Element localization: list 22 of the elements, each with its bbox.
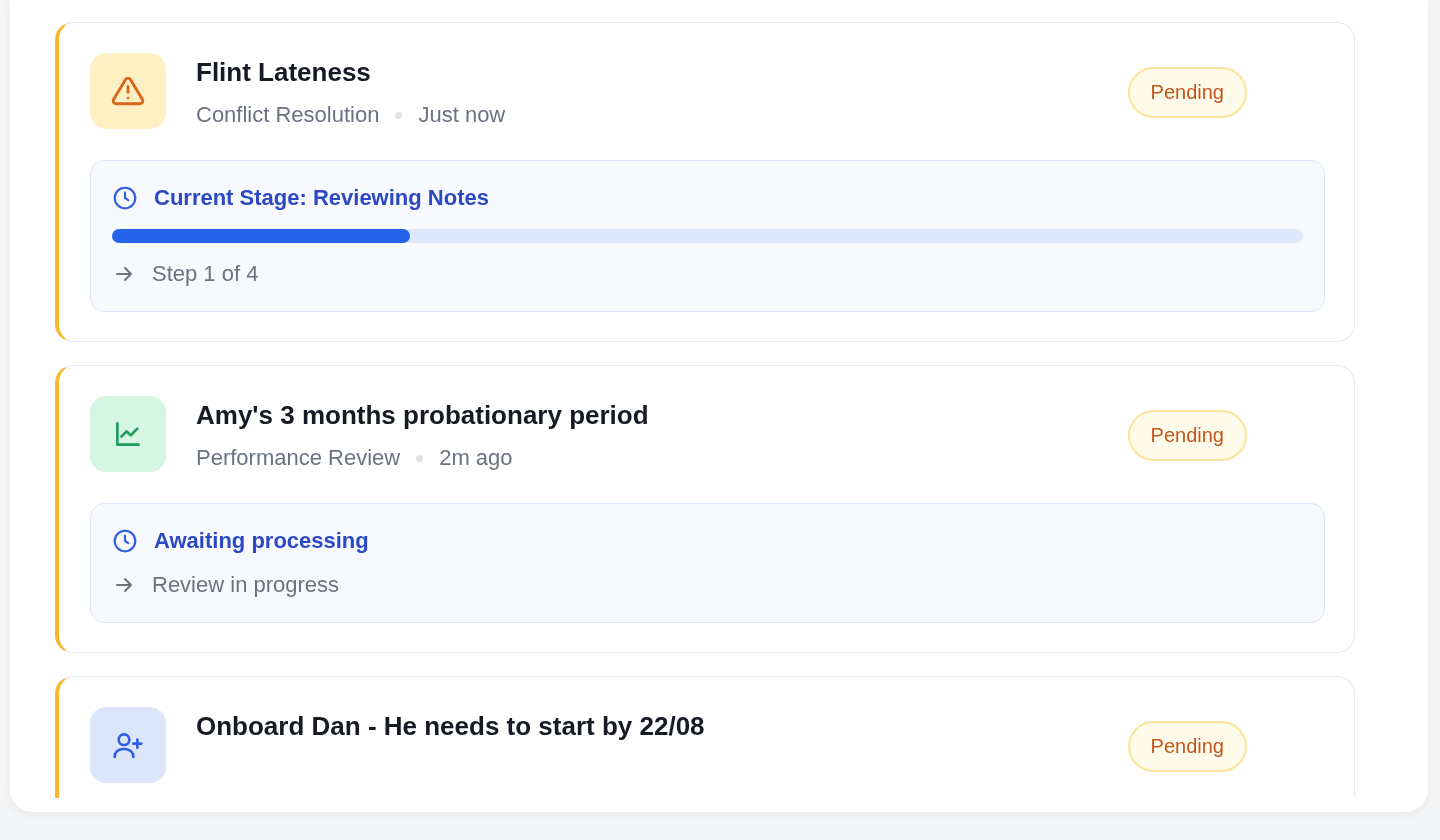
task-card[interactable]: Amy's 3 months probationary period Performance Review 2m ago Pending Awaiting processing Review in progress bbox=[55, 365, 1355, 653]
task-category: Performance Review bbox=[196, 445, 401, 471]
task-card[interactable]: Onboard Dan - He needs to start by 22/08 Pending bbox=[55, 676, 1355, 798]
clock-icon bbox=[112, 185, 138, 211]
status-badge: Pending bbox=[1127, 67, 1247, 118]
stage-title: Awaiting processing bbox=[154, 528, 369, 554]
task-title: Flint Lateness bbox=[196, 57, 372, 88]
task-title: Onboard Dan - He needs to start by 22/08 bbox=[196, 711, 706, 742]
task-time: 2m ago bbox=[439, 445, 513, 471]
task-card[interactable]: Flint Lateness Conflict Resolution Just now Pending Current Stage: Reviewing Notes Step 1 of 4 bbox=[55, 22, 1355, 342]
task-category: Conflict Resolution bbox=[196, 102, 380, 128]
task-time: Just now bbox=[418, 102, 506, 128]
stage-note: Review in progress bbox=[152, 572, 340, 598]
stage-title: Current Stage: Reviewing Notes bbox=[154, 185, 489, 211]
task-title: Amy's 3 months probationary period bbox=[196, 400, 650, 431]
clock-icon bbox=[112, 528, 138, 554]
separator-dot bbox=[395, 111, 403, 119]
stage-note: Step 1 of 4 bbox=[152, 261, 259, 287]
warning-icon bbox=[111, 74, 145, 108]
status-badge: Pending bbox=[1127, 721, 1247, 772]
separator-dot bbox=[416, 454, 424, 462]
status-badge: Pending bbox=[1127, 410, 1247, 461]
